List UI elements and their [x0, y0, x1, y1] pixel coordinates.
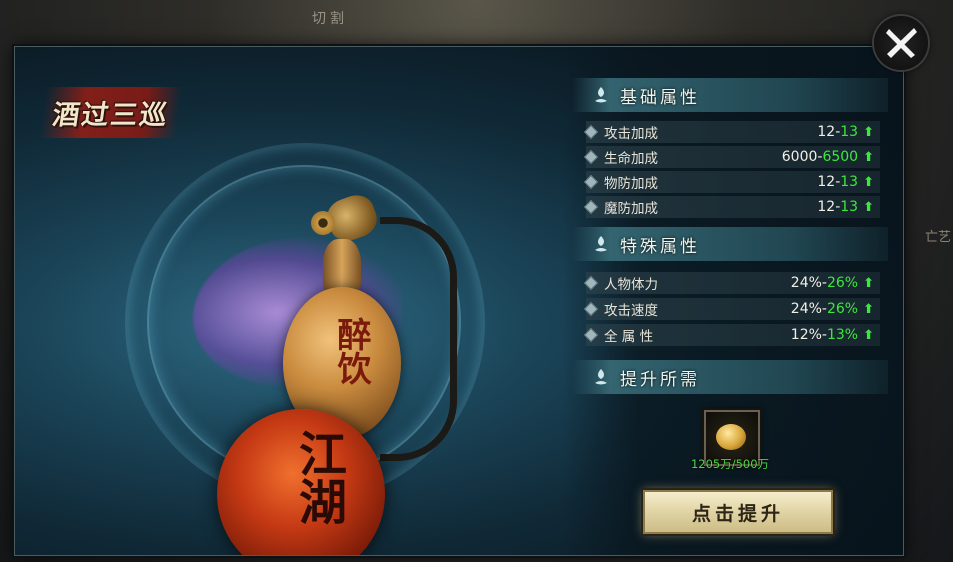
- section-title-special: 特殊属性: [620, 236, 700, 257]
- diamond-bullet-icon: [583, 327, 599, 343]
- attr-current: 12%: [790, 327, 822, 343]
- attr-label: 全 属 性: [604, 329, 654, 345]
- attr-label: 攻击加成: [604, 126, 658, 142]
- background-top-label: 切割: [312, 11, 348, 27]
- background-right-label: 亡艺: [924, 230, 951, 245]
- increase-arrow-icon: ⬆: [863, 149, 874, 165]
- diamond-bullet-icon: [583, 275, 599, 291]
- attr-next: 26%: [826, 275, 859, 291]
- increase-arrow-icon: ⬆: [863, 124, 874, 140]
- diamond-bullet-icon: [583, 301, 599, 317]
- diamond-bullet-icon: [583, 124, 599, 140]
- gold-coin-icon: [716, 424, 746, 450]
- attr-next: 26%: [826, 301, 859, 317]
- attr-current: 24%: [790, 275, 822, 291]
- section-title-basic: 基础属性: [620, 87, 700, 108]
- attr-label: 物防加成: [604, 176, 658, 192]
- attr-current: 6000: [781, 149, 818, 165]
- attr-label: 攻击速度: [604, 303, 658, 319]
- attr-row-attack-speed: 攻击速度 24% - 26% ⬆: [583, 298, 880, 320]
- increase-arrow-icon: ⬆: [863, 301, 874, 317]
- dialog-title: 酒过三巡: [39, 87, 183, 138]
- attr-row-stamina: 人物体力 24% - 26% ⬆: [583, 272, 880, 294]
- increase-arrow-icon: ⬆: [863, 199, 874, 215]
- attr-next: 13: [840, 124, 859, 140]
- close-button[interactable]: [874, 16, 928, 70]
- attr-label: 生命加成: [604, 151, 658, 167]
- section-header-special: 特殊属性: [572, 227, 888, 261]
- diamond-bullet-icon: [583, 149, 599, 165]
- attr-row-all-stats: 全 属 性 12% - 13% ⬆: [583, 324, 880, 346]
- attr-current: 24%: [790, 301, 822, 317]
- diamond-bullet-icon: [583, 199, 599, 215]
- increase-arrow-icon: ⬆: [863, 327, 874, 343]
- attr-row-magic-def: 魔防加成 12 - 13 ⬆: [583, 196, 880, 218]
- gourd-upper-text: 醉饮: [331, 317, 371, 385]
- attr-current: 12: [817, 199, 836, 215]
- section-header-basic: 基础属性: [572, 78, 888, 112]
- attr-label: 人物体力: [604, 277, 658, 293]
- section-header-requirement: 提升所需: [572, 360, 888, 394]
- attr-next: 13%: [826, 327, 859, 343]
- hanging-coin: [311, 211, 335, 235]
- attr-row-phys-def: 物防加成 12 - 13 ⬆: [583, 171, 880, 193]
- attr-current: 12: [817, 174, 836, 190]
- section-emblem-icon: [590, 233, 612, 255]
- attr-next: 6500: [822, 149, 859, 165]
- section-emblem-icon: [590, 366, 612, 388]
- close-icon: [886, 28, 917, 58]
- section-emblem-icon: [590, 84, 612, 106]
- diamond-bullet-icon: [583, 174, 599, 190]
- upgrade-button[interactable]: 点击提升: [643, 490, 833, 534]
- attr-row-attack: 攻击加成 12 - 13 ⬆: [583, 121, 880, 143]
- attr-current: 12: [817, 124, 836, 140]
- attr-next: 13: [840, 174, 859, 190]
- attr-row-hp: 生命加成 6000 - 6500 ⬆: [583, 146, 880, 168]
- gourd-item-artwork: 醉饮 江湖: [165, 147, 465, 555]
- increase-arrow-icon: ⬆: [863, 174, 874, 190]
- attr-next: 13: [840, 199, 859, 215]
- attr-label: 魔防加成: [604, 201, 658, 217]
- gourd-lower-text: 江湖: [290, 429, 346, 525]
- cost-amount: 1205万/500万: [690, 457, 770, 471]
- section-title-requirement: 提升所需: [620, 369, 700, 390]
- increase-arrow-icon: ⬆: [863, 275, 874, 291]
